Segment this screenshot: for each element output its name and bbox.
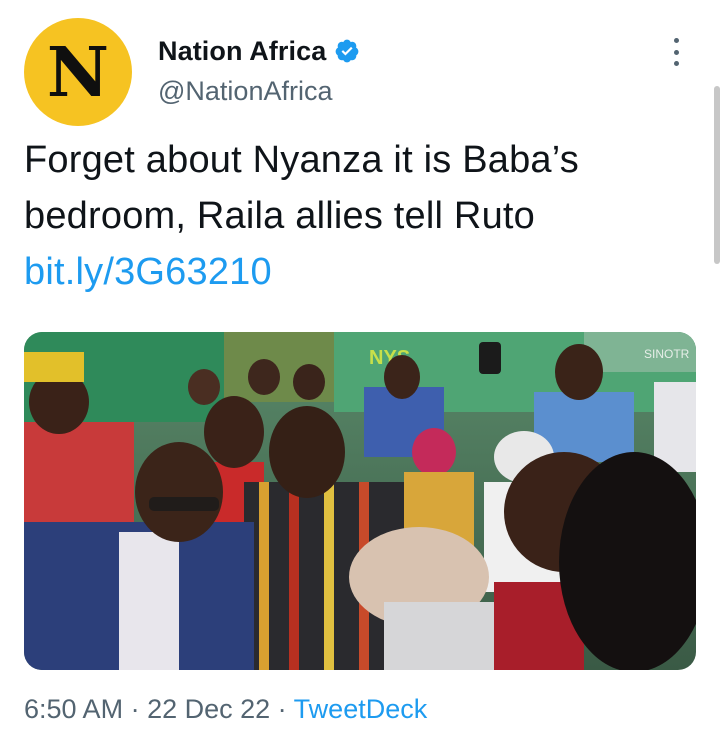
tweet-link[interactable]: bit.ly/3G63210 [24,251,272,293]
tweet-time[interactable]: 6:50 AM [24,694,123,724]
tweet-source-link[interactable]: TweetDeck [294,694,428,724]
separator-dot: · [270,694,294,724]
tweet-header: N Nation Africa @NationAfrica [24,18,700,128]
separator-dot: · [123,694,148,724]
avatar-logo-letter: N [46,33,110,113]
avatar[interactable]: N [24,18,132,126]
more-options-icon[interactable] [670,38,682,66]
author-info: Nation Africa @NationAfrica [158,34,360,107]
tweet-text-line-2: bedroom, Raila allies tell Ruto [24,195,535,237]
tweet-date[interactable]: 22 Dec 22 [147,694,270,724]
tweet-photo[interactable]: NYS SINOTR [24,332,696,670]
author-handle[interactable]: @NationAfrica [158,76,360,107]
truck-lettering-2: SINOTR [644,347,690,361]
tweet-text-line-1: Forget about Nyanza it is Baba’s [24,139,579,181]
display-name-row: Nation Africa [158,34,360,68]
tweet-text: Forget about Nyanza it is Baba’s bedroom… [24,132,694,300]
verified-badge-icon [334,38,360,64]
scrollbar[interactable] [714,86,720,264]
tweet-card: N Nation Africa @NationAfrica Forget abo… [0,0,720,751]
tweet-metadata: 6:50 AM · 22 Dec 22 · TweetDeck [24,694,427,725]
display-name[interactable]: Nation Africa [158,36,326,67]
photo-crowd-scene: NYS SINOTR [24,332,696,670]
